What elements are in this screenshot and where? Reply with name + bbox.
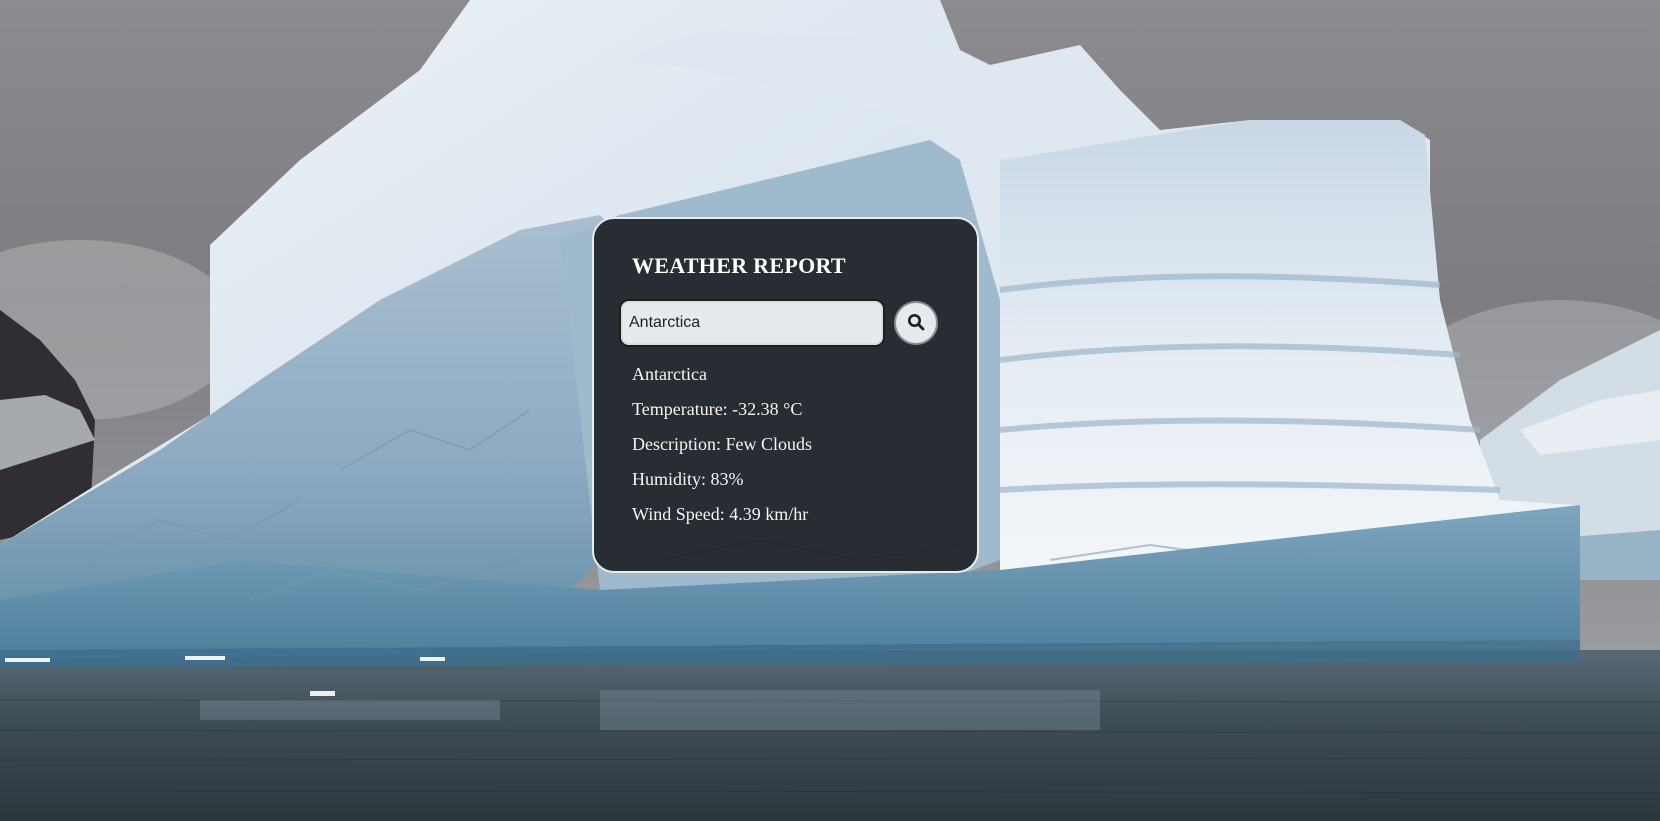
search-button[interactable] (894, 301, 938, 345)
weather-details: Antarctica Temperature: -32.38 °C Descri… (632, 365, 939, 523)
search-row (619, 299, 939, 347)
card-title: WEATHER REPORT (632, 253, 846, 278)
location-name: Antarctica (632, 364, 707, 384)
weather-card: WEATHER REPORT Antarctica Temperature: -… (592, 217, 979, 573)
description-text: Description: Few Clouds (632, 434, 812, 454)
search-icon (907, 313, 925, 334)
humidity-text: Humidity: 83% (632, 469, 744, 489)
temperature-text: Temperature: -32.38 °C (632, 399, 803, 419)
search-input[interactable] (619, 299, 885, 347)
wind-speed-text: Wind Speed: 4.39 km/hr (632, 504, 809, 524)
